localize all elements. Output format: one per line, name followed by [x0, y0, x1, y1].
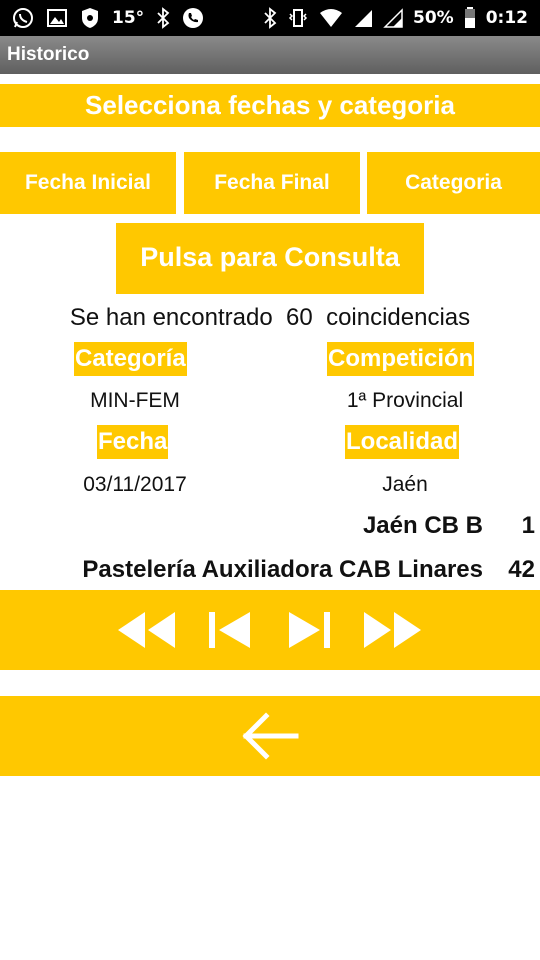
- categoria-button[interactable]: Categoria: [367, 152, 540, 214]
- app-title: Historico: [7, 44, 90, 65]
- arrow-left-icon: [240, 710, 300, 762]
- fecha-inicial-label: Fecha Inicial: [24, 171, 152, 194]
- vibrate-icon: [287, 8, 309, 28]
- competicion-field-label: Competición: [327, 342, 475, 376]
- record-navigation-bar: [0, 590, 540, 670]
- status-bar: 15° 50% 0:12: [0, 0, 540, 36]
- results-count: Se han encontrado 60 coincidencias: [0, 300, 540, 336]
- away-team-score: 42: [508, 556, 535, 583]
- fast-forward-icon[interactable]: [360, 605, 426, 655]
- localidad-value: Jaén: [382, 473, 428, 496]
- bluetooth-icon: [263, 7, 277, 29]
- back-button[interactable]: [0, 696, 540, 776]
- clock: 0:12: [485, 8, 528, 28]
- results-number: 60: [286, 304, 313, 331]
- skip-next-icon[interactable]: [286, 605, 334, 655]
- fecha-final-button[interactable]: Fecha Final: [184, 152, 360, 214]
- home-team-name: Jaén CB B: [362, 512, 483, 539]
- wifi-icon: [319, 8, 343, 28]
- section-header-label: Selecciona fechas y categoria: [85, 90, 455, 120]
- app-title-bar: Historico: [0, 36, 540, 74]
- skip-previous-icon[interactable]: [205, 605, 253, 655]
- consulta-label: Pulsa para Consulta: [140, 242, 400, 272]
- rewind-icon[interactable]: [114, 605, 178, 655]
- home-team-score: 1: [521, 512, 535, 539]
- shield-icon: [80, 7, 100, 29]
- battery-icon: [464, 7, 476, 29]
- signal-icon: [353, 8, 373, 28]
- categoria-field-label: Categoría: [74, 342, 187, 376]
- categoria-label: Categoria: [405, 171, 502, 194]
- section-header: Selecciona fechas y categoria: [0, 84, 540, 127]
- results-prefix: Se han encontrado: [69, 304, 273, 331]
- categoria-value: MIN-FEM: [90, 389, 180, 412]
- battery-percent: 50%: [413, 8, 454, 28]
- phone-icon: [182, 7, 204, 29]
- consulta-button[interactable]: Pulsa para Consulta: [116, 223, 424, 294]
- signal-icon: [383, 8, 403, 28]
- whatsapp-icon: [12, 7, 34, 29]
- fecha-final-label: Fecha Final: [214, 171, 330, 194]
- image-icon: [46, 8, 68, 28]
- competicion-value: 1ª Provincial: [346, 389, 464, 412]
- localidad-field-label: Localidad: [345, 425, 460, 459]
- results-suffix: coincidencias: [326, 304, 471, 331]
- fecha-value: 03/11/2017: [83, 473, 187, 496]
- temperature-text: 15°: [112, 8, 145, 28]
- fecha-field-label: Fecha: [97, 425, 169, 459]
- fecha-inicial-button[interactable]: Fecha Inicial: [0, 152, 176, 214]
- away-team-name: Pastelería Auxiliadora CAB Linares: [82, 556, 483, 583]
- bluetooth-icon: [156, 7, 170, 29]
